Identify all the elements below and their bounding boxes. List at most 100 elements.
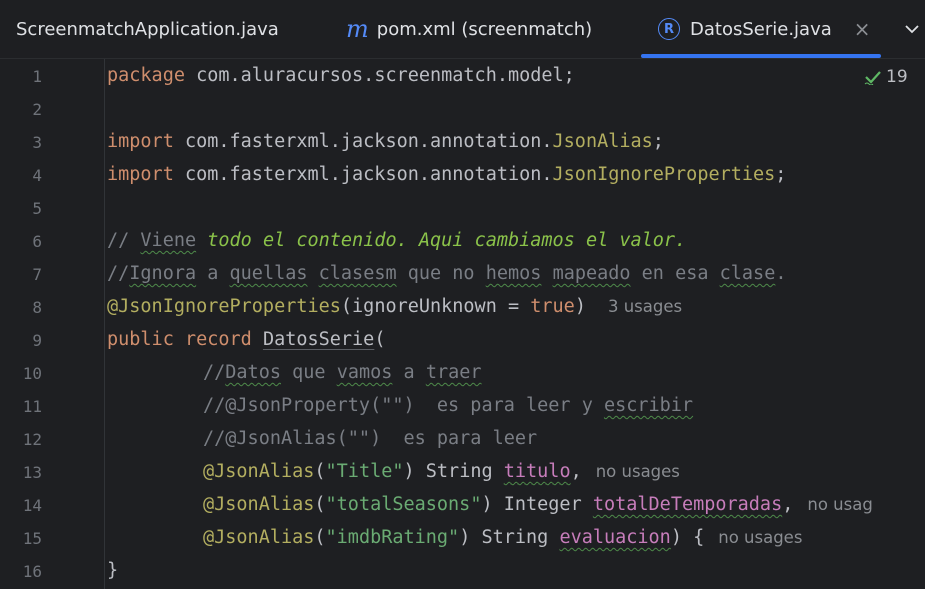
code-editor[interactable]: 1 2 3 4 5 6 7 8 9 10 11 12 13 14 15 16 1… [0,59,925,589]
code-text: ) String [403,461,504,482]
usages-hint[interactable]: no usag [807,495,872,514]
code-line-15: @JsonAlias("imdbRating") String evaluaci… [203,521,802,554]
line-number: 15 [22,529,42,548]
keyword: public [107,329,174,350]
class-name: JsonIgnoreProperties [552,164,776,185]
line-number: 4 [32,166,42,185]
line-number: 8 [32,298,42,317]
code-line-4: import com.fasterxml.jackson.annotation.… [107,158,786,191]
editor-tab-bar: ScreenmatchApplication.java m pom.xml (s… [0,0,925,59]
comment: a [392,362,426,383]
comment: a [196,263,230,284]
usages-hint[interactable]: no usages [718,528,802,547]
string-literal: "Title" [325,461,404,482]
record-icon: R [658,18,680,40]
code-text: ) Integer [481,494,593,515]
comment-typo: mapeado [552,263,631,284]
comment-typo: escribir [603,395,694,416]
comment: //@JsonProperty("") es para leer y [203,395,604,416]
indent-guide [104,59,105,589]
keyword: record [173,329,263,350]
code-text: ) [574,296,586,317]
comment: que [280,362,337,383]
active-tab-indicator [641,54,881,58]
comment-typo: traer [425,362,482,383]
comment-typo: quellas [229,263,308,284]
class-name: JsonAlias [552,131,653,152]
tab-datos-serie[interactable]: R DatosSerie.java × [641,0,881,58]
code-line-13: @JsonAlias("Title") String titulo, no usa… [203,455,680,488]
tab-pom-xml[interactable]: m pom.xml (screenmatch) [346,0,592,58]
code-text: } [107,560,119,581]
check-icon [864,71,881,85]
comment: // [107,230,141,251]
annotation: @JsonAlias [203,494,315,515]
inspection-count: 19 [886,67,908,87]
line-number: 2 [32,100,42,119]
code-line-14: @JsonAlias("totalSeasons") Integer total… [203,488,873,521]
code-text: com.fasterxml.jackson.annotation. [173,164,553,185]
line-number: 1 [32,67,42,86]
line-number: 12 [22,430,42,449]
comment: en esa [630,263,720,284]
code-text: ( [314,461,326,482]
code-text: ) String [459,527,560,548]
line-number-gutter: 1 2 3 4 5 6 7 8 9 10 11 12 13 14 15 16 [0,59,68,589]
record-name: DatosSerie [262,329,375,350]
tab-label: pom.xml (screenmatch) [376,18,593,40]
line-number: 9 [32,331,42,350]
maven-icon: m [346,15,369,43]
close-icon[interactable]: × [854,17,871,41]
usages-hint[interactable]: 3 usages [608,297,682,316]
code-text: com.fasterxml.jackson.annotation. [173,131,553,152]
code-line-1: package com.aluracursos.screenmatch.mode… [107,59,575,92]
comment: que no [396,263,486,284]
code-text: com.aluracursos.screenmatch.model; [184,65,575,86]
annotation: @JsonAlias [203,527,315,548]
code-line-11: //@JsonProperty("") es para leer y escri… [203,389,693,422]
code-line-7: //Ignora a quellas clasesm que no hemos … [107,257,786,290]
usages-hint[interactable]: no usages [596,462,680,481]
tab-label: DatosSerie.java [690,18,832,40]
comment-typo: Ignora [129,263,197,284]
field-name: evaluacion [559,527,671,548]
code-text: (ignoreUnknown = [340,296,531,317]
comment-typo: clase [719,263,776,284]
code-text: , [782,494,794,515]
keyword: true [530,296,575,317]
inspection-widget[interactable]: 19 [864,67,908,87]
field-name: totalDeTemporadas [592,494,783,515]
code-text: ( [314,494,326,515]
line-number: 14 [22,496,42,515]
comment-typo: clasesm [318,263,397,284]
comment: . [775,263,787,284]
comment: // [203,362,226,383]
field-name: titulo [503,461,571,482]
tab-screenmatch-application[interactable]: ScreenmatchApplication.java [16,0,279,58]
line-number: 11 [22,397,42,416]
comment-typo: hemos [485,263,542,284]
keyword: import [107,131,174,152]
comment-typo: Datos [225,362,281,383]
tab-label: ScreenmatchApplication.java [16,18,279,40]
code-line-10: //Datos que vamos a traer [203,356,482,389]
comment: // [107,263,130,284]
annotation: @JsonIgnoreProperties [107,296,341,317]
code-text: , [570,461,582,482]
code-text: ) { [670,527,705,548]
code-line-3: import com.fasterxml.jackson.annotation.… [107,125,664,158]
keyword: import [107,164,174,185]
code-line-12: //@JsonAlias("") es para leer [203,422,537,455]
line-number: 5 [32,199,42,218]
comment-typo: Viene [140,230,197,251]
chevron-down-icon[interactable] [899,16,925,42]
code-text: ; [652,131,664,152]
comment-typo: vamos [336,362,393,383]
line-number: 3 [32,133,42,152]
code-text: ; [775,164,787,185]
line-number: 6 [32,232,42,251]
string-literal: "imdbRating" [325,527,460,548]
comment: //@JsonAlias("") es para leer [203,428,538,449]
code-text: ( [314,527,326,548]
line-number: 10 [22,364,42,383]
